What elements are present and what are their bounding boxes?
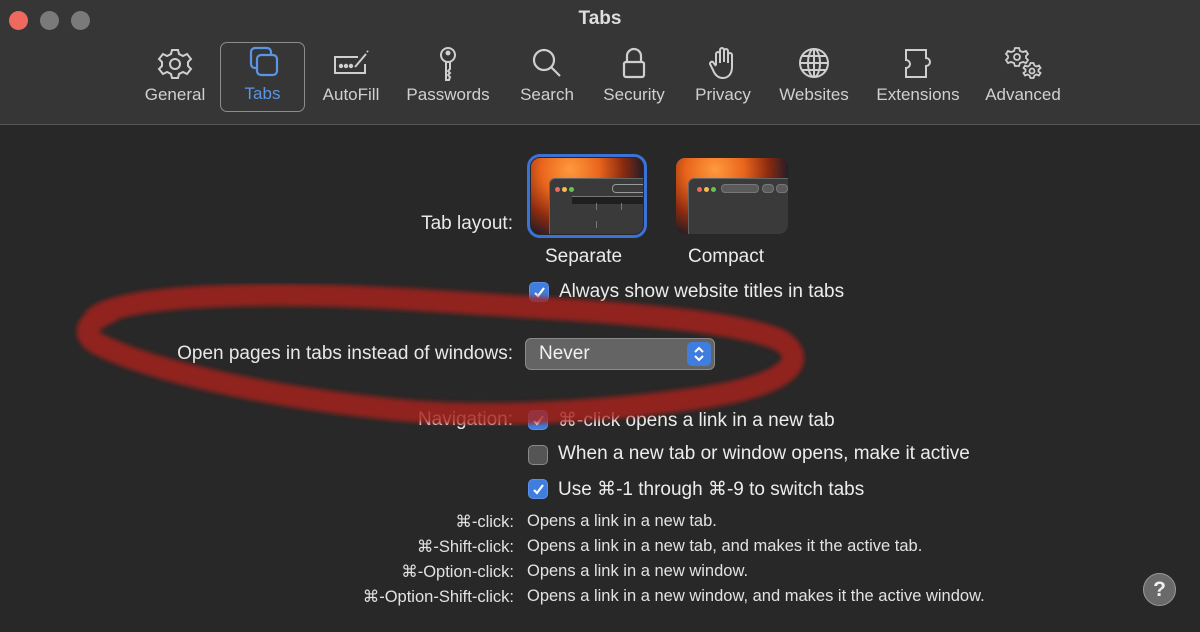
- separate-label: Separate: [545, 246, 623, 267]
- checkmark-icon: [532, 414, 544, 426]
- make-new-tab-active-label: When a new tab or window opens, make it …: [558, 443, 970, 464]
- toolbar-label: Passwords: [406, 85, 490, 104]
- cmd-click-new-tab-label: ⌘-click opens a link in a new tab: [558, 410, 835, 431]
- key-icon: [440, 47, 456, 81]
- toolbar-item-passwords[interactable]: Passwords: [400, 42, 496, 112]
- navigation-label: Navigation:: [417, 409, 513, 430]
- toolbar-label: Advanced: [985, 85, 1061, 104]
- shortcut-key: ⌘-Option-Shift-click:: [362, 588, 514, 606]
- tab-layout-label: Tab layout:: [421, 213, 513, 234]
- shortcut-key: ⌘-click:: [455, 513, 514, 531]
- toolbar-item-privacy[interactable]: Privacy: [688, 42, 758, 112]
- tab-layout-compact-option[interactable]: [676, 158, 788, 234]
- toolbar-item-security[interactable]: Security: [596, 42, 672, 112]
- gears-icon: [1004, 47, 1042, 79]
- globe-icon: [799, 48, 829, 78]
- cmd-click-new-tab-checkbox[interactable]: [528, 410, 548, 430]
- autofill-icon: [334, 50, 369, 74]
- gear-icon: [157, 49, 193, 79]
- toolbar-label: AutoFill: [322, 85, 380, 104]
- help-button[interactable]: ?: [1143, 573, 1176, 606]
- shortcut-description: Opens a link in a new window.: [527, 562, 749, 580]
- shortcut-description: Opens a link in a new tab, and makes it …: [527, 537, 923, 555]
- toolbar-item-tabs[interactable]: Tabs: [220, 42, 305, 112]
- lock-icon: [622, 47, 646, 79]
- shortcut-key: ⌘-Shift-click:: [416, 538, 514, 556]
- shortcut-key: ⌘-Option-click:: [401, 563, 514, 581]
- chevron-up-down-icon: [687, 342, 711, 366]
- toolbar-label: Tabs: [244, 84, 281, 103]
- cmd-number-switch-tabs-checkbox[interactable]: [528, 479, 548, 499]
- toolbar-label: Search: [520, 85, 574, 104]
- search-icon: [532, 48, 561, 77]
- tabs-icon: [249, 46, 278, 77]
- toolbar-label: General: [144, 85, 206, 104]
- cmd-number-switch-tabs-label: Use ⌘-1 through ⌘-9 to switch tabs: [558, 479, 865, 500]
- checkmark-icon: [533, 286, 545, 298]
- toolbar-item-extensions[interactable]: Extensions: [868, 42, 968, 112]
- checkmark-icon: [532, 483, 544, 495]
- toolbar-label: Security: [603, 85, 665, 104]
- title-bar: Tabs General Tabs AutoFill Passwords Sea…: [0, 0, 1200, 125]
- make-new-tab-active-checkbox[interactable]: [528, 445, 548, 465]
- always-show-titles-label: Always show website titles in tabs: [559, 281, 845, 302]
- shortcut-description: Opens a link in a new window, and makes …: [527, 587, 985, 605]
- puzzle-icon: [905, 49, 931, 78]
- toolbar-item-advanced[interactable]: Advanced: [980, 42, 1066, 112]
- open-pages-popup[interactable]: Never: [525, 338, 715, 370]
- toolbar-label: Extensions: [876, 85, 960, 104]
- toolbar-item-general[interactable]: General: [138, 42, 212, 112]
- compact-preview: [688, 178, 788, 234]
- hand-icon: [709, 47, 733, 80]
- toolbar-label: Websites: [779, 85, 849, 104]
- open-pages-value: Never: [539, 343, 590, 364]
- toolbar-item-websites[interactable]: Websites: [772, 42, 856, 112]
- toolbar-item-search[interactable]: Search: [512, 42, 582, 112]
- open-pages-label: Open pages in tabs instead of windows:: [177, 343, 513, 364]
- tabs-preferences-pane: Tab layout: Separate Compact Always show…: [0, 125, 1200, 632]
- tab-layout-separate-option[interactable]: [527, 154, 647, 238]
- toolbar-item-autofill[interactable]: AutoFill: [314, 42, 388, 112]
- always-show-titles-checkbox[interactable]: [529, 282, 549, 302]
- toolbar-label: Privacy: [695, 85, 751, 104]
- shortcut-description: Opens a link in a new tab.: [527, 512, 717, 530]
- window-title: Tabs: [578, 8, 622, 29]
- separate-preview: [549, 178, 643, 234]
- compact-label: Compact: [688, 246, 765, 267]
